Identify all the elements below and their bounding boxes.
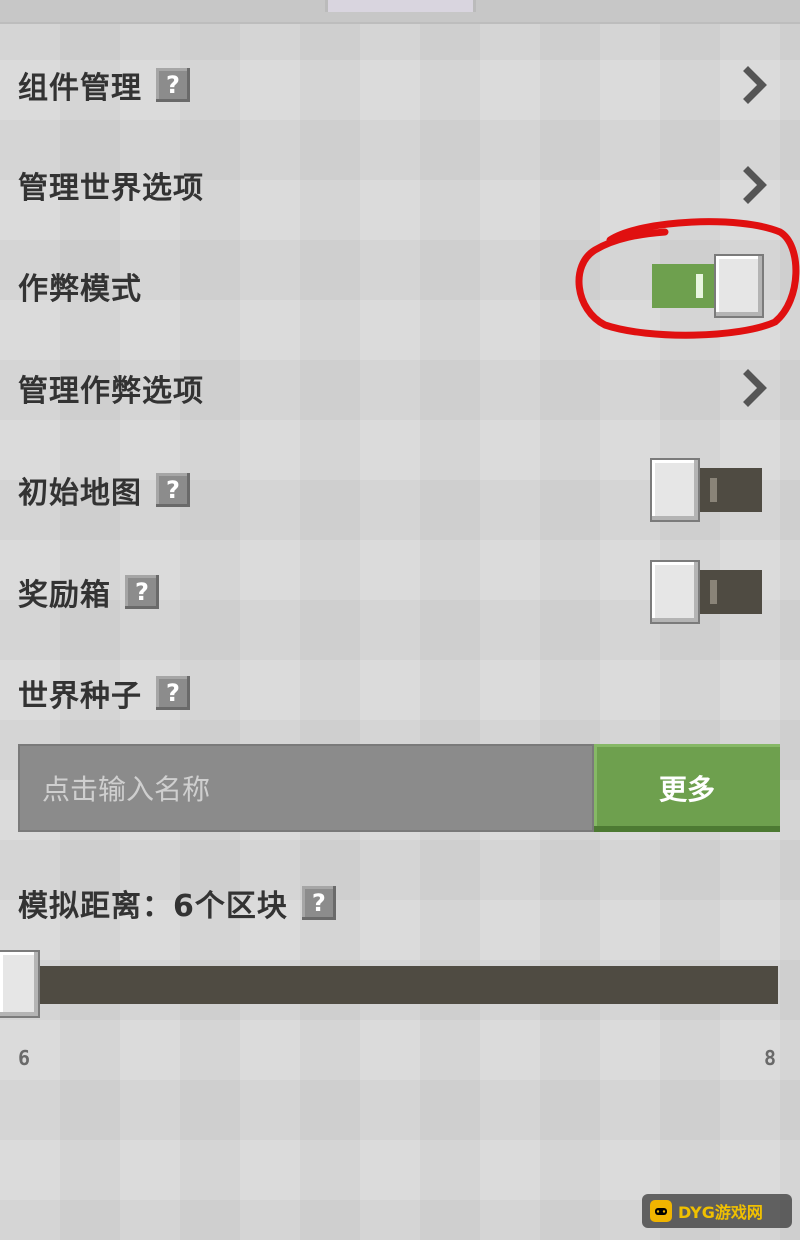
world-options-row[interactable]: 管理世界选项 (18, 155, 782, 215)
toggle-off-indicator (710, 580, 717, 604)
annotation-circle (575, 218, 800, 339)
world-seed-label: 世界种子 (18, 679, 142, 714)
starting-map-label: 初始地图 (18, 476, 142, 511)
simulation-distance-slider-knob[interactable] (0, 952, 38, 1016)
slider-max-label: 8 (764, 1046, 777, 1070)
world-options-label: 管理世界选项 (18, 171, 204, 206)
bonus-chest-label: 奖励箱 (18, 578, 111, 613)
toggle-off-indicator (710, 478, 717, 502)
gamepad-icon (650, 1200, 672, 1222)
top-bar (0, 0, 800, 24)
help-icon[interactable]: ? (156, 676, 190, 710)
starting-map-toggle[interactable] (652, 460, 762, 520)
starting-map-row: 初始地图 ? (18, 460, 782, 520)
simulation-distance-label: 模拟距离：6个区块 (18, 889, 288, 924)
toggle-knob[interactable] (652, 562, 698, 622)
help-icon[interactable]: ? (156, 473, 190, 507)
cheat-options-row[interactable]: 管理作弊选项 (18, 358, 782, 418)
addons-label: 组件管理 (18, 71, 142, 106)
top-tab[interactable] (325, 0, 476, 12)
cheats-label: 作弊模式 (18, 272, 142, 307)
more-button[interactable]: 更多 (594, 744, 780, 832)
bonus-chest-toggle[interactable] (652, 562, 762, 622)
help-icon[interactable]: ? (301, 886, 336, 920)
watermark-text: DYG游戏网 (678, 1203, 763, 1222)
help-icon[interactable]: ? (125, 575, 159, 609)
bonus-chest-row: 奖励箱 ? (18, 562, 782, 622)
cheat-options-label: 管理作弊选项 (18, 374, 204, 409)
slider-min-label: 6 (18, 1046, 31, 1070)
chevron-right-icon[interactable] (740, 165, 770, 205)
watermark: DYG游戏网 (642, 1194, 792, 1228)
simulation-distance-slider-track[interactable] (18, 966, 778, 1004)
world-seed-row: 世界种子 ? (18, 663, 782, 723)
toggle-knob[interactable] (652, 460, 698, 520)
simulation-distance-row: 模拟距离：6个区块 ? (18, 873, 782, 933)
world-seed-input[interactable]: 点击输入名称 (18, 744, 594, 832)
chevron-right-icon[interactable] (740, 368, 770, 408)
chevron-right-icon[interactable] (740, 65, 770, 105)
addons-row[interactable]: 组件管理 ? (18, 55, 782, 115)
help-icon[interactable]: ? (156, 68, 190, 102)
